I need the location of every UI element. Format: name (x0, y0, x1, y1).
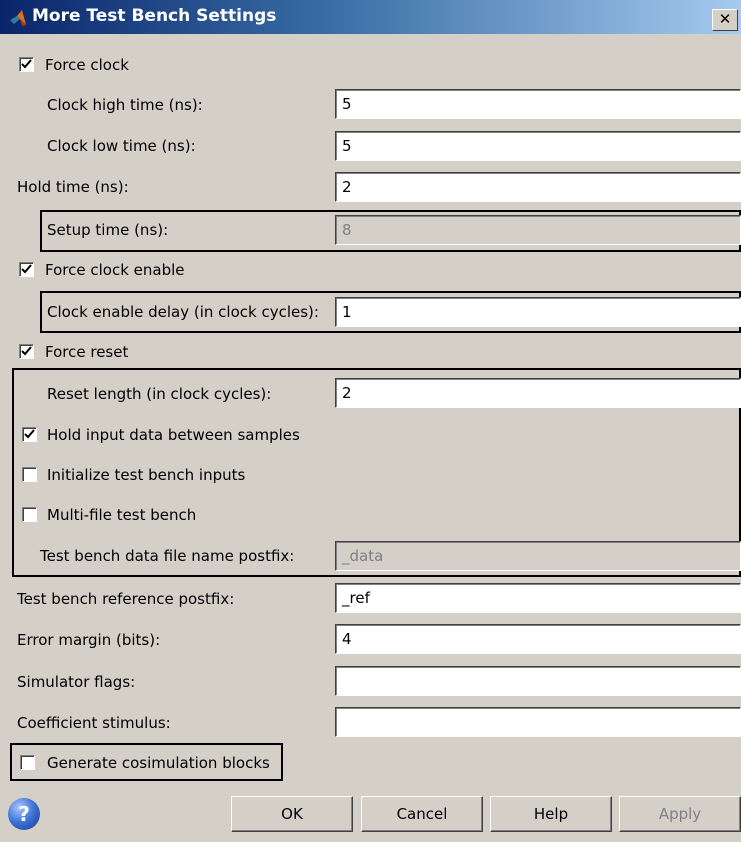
ok-button[interactable]: OK (231, 796, 353, 832)
matlab-logo-icon (10, 10, 26, 26)
reset-length-input[interactable]: 2 (335, 378, 741, 408)
title-bar[interactable]: More Test Bench Settings ✕ (0, 0, 741, 34)
clock-low-time-input[interactable]: 5 (335, 131, 741, 161)
hold-input-data-checkbox[interactable] (22, 427, 37, 442)
generate-cosim-label: Generate cosimulation blocks (47, 754, 270, 772)
hold-time-label: Hold time (ns): (17, 178, 129, 196)
multi-file-label: Multi-file test bench (47, 506, 197, 524)
force-clock-enable-label: Force clock enable (45, 261, 185, 279)
hold-input-data-label: Hold input data between samples (47, 426, 300, 444)
error-margin-input[interactable]: 4 (335, 624, 741, 654)
clock-enable-delay-input[interactable]: 1 (335, 297, 741, 327)
check-icon (21, 264, 32, 274)
check-icon (21, 59, 32, 69)
help-icon[interactable]: ? (8, 798, 40, 830)
close-button[interactable]: ✕ (712, 9, 738, 31)
force-reset-label: Force reset (45, 343, 129, 361)
help-button[interactable]: Help (490, 796, 612, 832)
reference-postfix-label: Test bench reference postfix: (17, 590, 235, 608)
reference-postfix-input[interactable]: _ref (335, 583, 741, 613)
clock-high-time-label: Clock high time (ns): (47, 96, 203, 114)
hold-time-input[interactable]: 2 (335, 172, 741, 202)
multi-file-checkbox[interactable] (22, 507, 37, 522)
force-clock-label: Force clock (45, 56, 129, 74)
coefficient-stimulus-label: Coefficient stimulus: (17, 714, 171, 732)
simulator-flags-label: Simulator flags: (17, 673, 136, 691)
generate-cosim-checkbox[interactable] (20, 755, 35, 770)
close-icon: ✕ (718, 10, 732, 28)
force-clock-enable-checkbox[interactable] (19, 262, 34, 277)
force-clock-checkbox[interactable] (19, 57, 34, 72)
error-margin-label: Error margin (bits): (17, 631, 161, 649)
force-reset-checkbox[interactable] (19, 344, 34, 359)
initialize-inputs-label: Initialize test bench inputs (47, 466, 246, 484)
clock-low-time-label: Clock low time (ns): (47, 137, 196, 155)
check-icon (21, 346, 32, 356)
dialog-window: More Test Bench Settings ✕ Force clock C… (0, 0, 741, 842)
apply-button: Apply (619, 796, 741, 832)
setup-time-input: 8 (335, 215, 741, 245)
check-icon (24, 429, 35, 439)
reset-length-label: Reset length (in clock cycles): (47, 385, 272, 403)
data-file-postfix-input: _data (335, 541, 741, 571)
data-file-postfix-label: Test bench data file name postfix: (40, 547, 295, 565)
coefficient-stimulus-input[interactable] (335, 707, 741, 737)
window-title: More Test Bench Settings (32, 6, 277, 26)
initialize-inputs-checkbox[interactable] (22, 467, 37, 482)
setup-time-label: Setup time (ns): (47, 221, 169, 239)
cancel-button[interactable]: Cancel (361, 796, 483, 832)
clock-high-time-input[interactable]: 5 (335, 89, 741, 119)
clock-enable-delay-label: Clock enable delay (in clock cycles): (47, 303, 319, 321)
simulator-flags-input[interactable] (335, 666, 741, 696)
